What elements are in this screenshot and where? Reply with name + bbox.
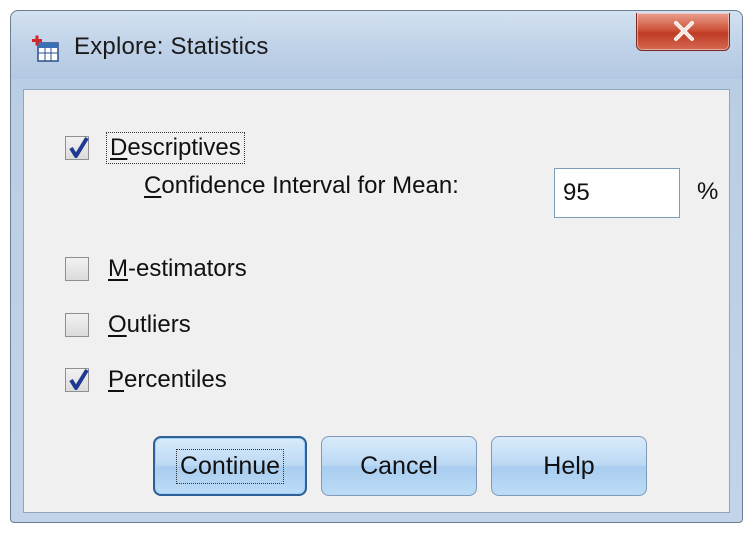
descriptives-checkbox[interactable] bbox=[65, 136, 89, 160]
check-icon bbox=[69, 368, 89, 390]
dialog-body: Descriptives Confidence Interval for Mea… bbox=[23, 89, 730, 513]
close-button[interactable] bbox=[636, 13, 730, 51]
ci-label-rest: onfidence Interval for Mean: bbox=[161, 172, 459, 199]
confidence-interval-row: Confidence Interval for Mean: bbox=[144, 172, 459, 200]
percentiles-option[interactable]: Percentiles bbox=[65, 366, 227, 394]
title-bar[interactable]: Explore: Statistics bbox=[11, 11, 742, 79]
m-estimators-checkbox[interactable] bbox=[65, 257, 89, 281]
confidence-interval-label: Confidence Interval for Mean: bbox=[144, 172, 459, 200]
outliers-label-rest: utliers bbox=[126, 311, 191, 338]
m-estimators-option[interactable]: M-estimators bbox=[65, 255, 247, 283]
help-button[interactable]: Help bbox=[491, 436, 647, 496]
cancel-button-label: Cancel bbox=[360, 451, 438, 480]
percentiles-mnemonic: P bbox=[108, 366, 125, 393]
confidence-interval-input[interactable]: 95 bbox=[554, 168, 680, 218]
descriptives-option[interactable]: Descriptives bbox=[65, 132, 245, 164]
continue-button-label: Continue bbox=[175, 448, 285, 484]
percentiles-checkbox[interactable] bbox=[65, 368, 89, 392]
check-icon bbox=[69, 136, 89, 158]
outliers-option[interactable]: Outliers bbox=[65, 311, 191, 339]
ci-mnemonic: C bbox=[144, 172, 162, 199]
outliers-label: Outliers bbox=[108, 311, 191, 339]
cancel-button[interactable]: Cancel bbox=[321, 436, 477, 496]
m-estimators-mnemonic: M bbox=[108, 255, 128, 282]
window-title: Explore: Statistics bbox=[74, 33, 269, 60]
descriptives-label-rest: escriptives bbox=[127, 134, 241, 161]
close-icon bbox=[674, 21, 694, 41]
continue-button[interactable]: Continue bbox=[153, 436, 307, 496]
descriptives-label: Descriptives bbox=[106, 132, 245, 164]
percentiles-label: Percentiles bbox=[108, 366, 227, 394]
help-button-label: Help bbox=[543, 451, 595, 480]
percent-unit: % bbox=[697, 178, 719, 205]
m-estimators-label: M-estimators bbox=[108, 255, 247, 283]
outliers-mnemonic: O bbox=[108, 311, 127, 338]
dialog-window: Explore: Statistics Descriptives Confide… bbox=[10, 10, 743, 523]
percentiles-label-rest: ercentiles bbox=[124, 366, 227, 393]
spss-table-icon bbox=[32, 35, 59, 62]
outliers-checkbox[interactable] bbox=[65, 313, 89, 337]
descriptives-mnemonic: D bbox=[110, 134, 128, 161]
m-estimators-label-rest: -estimators bbox=[128, 255, 247, 282]
